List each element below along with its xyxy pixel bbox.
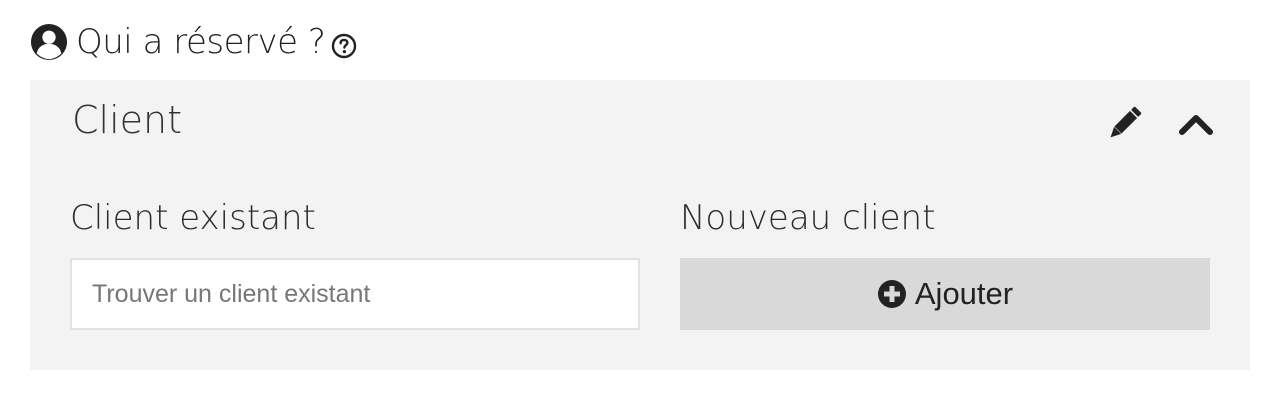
client-search-input[interactable]: [70, 258, 640, 330]
panel-tools: [1102, 102, 1216, 146]
collapse-button[interactable]: [1176, 104, 1216, 144]
section-header: Qui a réservé ?: [30, 14, 357, 70]
add-button-label: Ajouter: [914, 276, 1014, 311]
booking-client-section: Qui a réservé ? Client Client existant N…: [0, 0, 1270, 400]
pencil-icon: [1110, 106, 1142, 138]
panel-title: Client: [72, 98, 183, 142]
edit-button[interactable]: [1102, 102, 1146, 146]
new-client-label: Nouveau client: [680, 198, 936, 238]
client-panel: Client Client existant Nouveau client Tr…: [30, 80, 1250, 370]
existing-client-label: Client existant: [70, 198, 316, 238]
user-circle-icon: [30, 23, 68, 61]
plus-circle-icon: [877, 280, 906, 308]
add-client-button[interactable]: Ajouter: [680, 258, 1210, 330]
chevron-up-icon: [1179, 115, 1213, 135]
question-circle-icon[interactable]: [331, 33, 357, 59]
section-title: Qui a réservé ?: [76, 22, 326, 62]
